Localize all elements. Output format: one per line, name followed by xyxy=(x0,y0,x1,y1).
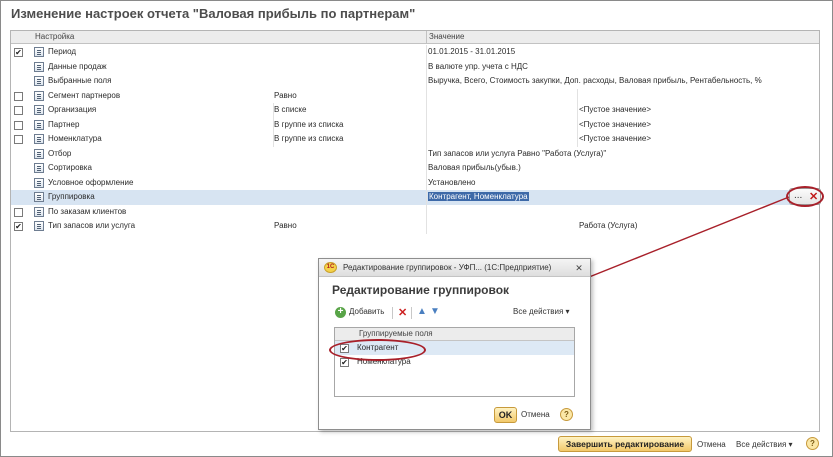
all-actions-label: Все действия xyxy=(736,440,787,449)
add-button[interactable]: Добавить xyxy=(349,307,384,321)
add-icon[interactable]: + xyxy=(335,307,346,318)
move-up-icon[interactable]: ▲ xyxy=(417,306,427,317)
delete-icon[interactable]: ✕ xyxy=(398,306,407,319)
item-checkbox[interactable]: ✔ xyxy=(340,358,349,367)
ok-button[interactable]: OK xyxy=(494,407,517,423)
dialog-cancel-button[interactable]: Отмена xyxy=(521,410,550,419)
annotation-ring xyxy=(329,339,426,361)
all-actions-menu[interactable]: Все действия ▾ xyxy=(513,307,570,321)
chevron-down-icon: ▾ xyxy=(565,307,570,316)
dialog-title: Редактирование группировок - УФП... (1С:… xyxy=(343,263,552,272)
dialog-heading: Редактирование группировок xyxy=(332,283,510,297)
grouping-fields-list: Группируемые поля ✔ Контрагент ✔ Номенкл… xyxy=(334,327,575,397)
help-icon[interactable]: ? xyxy=(560,408,573,421)
help-icon[interactable]: ? xyxy=(806,437,819,450)
1c-logo-icon: 1С xyxy=(324,262,337,273)
close-icon[interactable]: ✕ xyxy=(573,262,585,274)
finish-editing-button[interactable]: Завершить редактирование xyxy=(558,436,692,452)
chevron-down-icon: ▾ xyxy=(788,440,793,449)
all-actions-label: Все действия xyxy=(513,307,564,316)
dialog-titlebar[interactable]: 1С Редактирование группировок - УФП... (… xyxy=(319,259,590,277)
list-header-label: Группируемые поля xyxy=(359,329,433,338)
move-down-icon[interactable]: ▼ xyxy=(430,306,440,317)
cancel-button[interactable]: Отмена xyxy=(697,440,726,449)
footer-all-actions-menu[interactable]: Все действия ▾ xyxy=(736,440,793,449)
